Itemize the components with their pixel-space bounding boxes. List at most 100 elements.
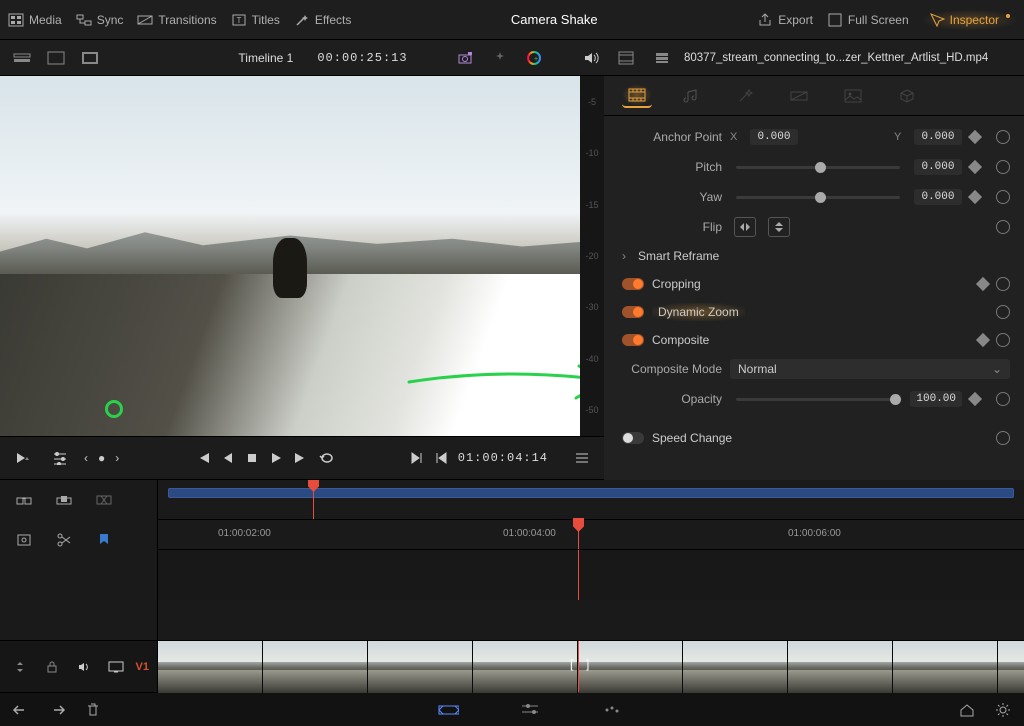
- dynamic-zoom-toggle[interactable]: [622, 306, 644, 318]
- timeline-overview[interactable]: [158, 480, 1024, 520]
- export-button[interactable]: Export: [757, 12, 813, 28]
- marker-dot[interactable]: ●: [98, 451, 105, 465]
- bypass-color-button[interactable]: [452, 44, 480, 72]
- viewer-mode-3[interactable]: [76, 44, 104, 72]
- anchor-x-input[interactable]: 0.000: [750, 129, 798, 145]
- overwrite-tool[interactable]: [50, 486, 78, 514]
- anchor-y-input[interactable]: 0.000: [914, 129, 962, 145]
- speed-change-section[interactable]: Speed Change: [604, 424, 1024, 452]
- inspector-tab-transition[interactable]: [784, 84, 814, 108]
- composite-keyframe[interactable]: [976, 333, 990, 347]
- yaw-input[interactable]: 0.000: [914, 189, 962, 205]
- timeline-body[interactable]: 01:00:02:00 01:00:04:00 01:00:06:00: [158, 480, 1024, 640]
- color-wheel-button[interactable]: +: [520, 44, 548, 72]
- viewer-mode-1[interactable]: [8, 44, 36, 72]
- overview-bar[interactable]: [168, 488, 1014, 498]
- marker-tool[interactable]: [90, 526, 118, 554]
- track-height[interactable]: [8, 653, 32, 681]
- sync-tab[interactable]: Sync: [76, 12, 124, 28]
- cropping-toggle[interactable]: [622, 278, 644, 290]
- track-video[interactable]: [104, 653, 128, 681]
- video-preview[interactable]: [0, 76, 580, 436]
- redo-button[interactable]: [46, 699, 68, 721]
- play-button[interactable]: [269, 451, 283, 465]
- opacity-reset[interactable]: [996, 392, 1010, 406]
- inspector-tab-effects[interactable]: [730, 84, 760, 108]
- track-audio[interactable]: [72, 653, 96, 681]
- track-clips[interactable]: [ ]: [158, 641, 1024, 692]
- anchor-reset[interactable]: [996, 130, 1010, 144]
- clip-playhead[interactable]: [578, 641, 579, 692]
- inspector-tab-image[interactable]: [838, 84, 868, 108]
- speed-change-toggle[interactable]: [622, 432, 644, 444]
- viewer-timecode[interactable]: 00:00:25:13: [317, 51, 407, 65]
- composite-toggle[interactable]: [622, 334, 644, 346]
- in-bracket[interactable]: [: [570, 657, 573, 671]
- yaw-reset[interactable]: [996, 190, 1010, 204]
- undo-button[interactable]: [10, 699, 32, 721]
- clip-thumbnail[interactable]: [368, 641, 473, 693]
- pitch-reset[interactable]: [996, 160, 1010, 174]
- frame-tool[interactable]: [10, 526, 38, 554]
- opacity-input[interactable]: 100.00: [910, 391, 962, 407]
- composite-reset[interactable]: [996, 333, 1010, 347]
- out-bracket[interactable]: ]: [586, 657, 589, 671]
- pitch-input[interactable]: 0.000: [914, 159, 962, 175]
- first-frame[interactable]: [195, 451, 211, 465]
- clip-view-1[interactable]: [612, 44, 640, 72]
- inspector-button[interactable]: Inspector: [923, 10, 1016, 30]
- opacity-slider[interactable]: [736, 398, 896, 401]
- insert-tool[interactable]: [10, 486, 38, 514]
- media-tab[interactable]: Media: [8, 12, 62, 28]
- flip-reset[interactable]: [996, 220, 1010, 234]
- composite-mode-select[interactable]: Normal ⌄: [730, 359, 1010, 379]
- inspector-tab-video[interactable]: [622, 84, 652, 108]
- cut-tool[interactable]: [50, 526, 78, 554]
- tool-dropdown[interactable]: [8, 444, 36, 472]
- pitch-keyframe[interactable]: [968, 160, 982, 174]
- settings-sliders[interactable]: [46, 444, 74, 472]
- track-lock[interactable]: [40, 653, 64, 681]
- clip-thumbnail[interactable]: [788, 641, 893, 693]
- speaker-button[interactable]: [580, 44, 604, 72]
- flip-vertical[interactable]: [768, 217, 790, 237]
- titles-tab[interactable]: T Titles: [231, 12, 280, 28]
- cropping-reset[interactable]: [996, 277, 1010, 291]
- prev-clip[interactable]: [434, 451, 448, 465]
- composite-section[interactable]: Composite: [604, 326, 1024, 354]
- opacity-keyframe[interactable]: [968, 392, 982, 406]
- clip-thumbnail[interactable]: [998, 641, 1024, 693]
- home-button[interactable]: [956, 699, 978, 721]
- clip-thumbnail[interactable]: [683, 641, 788, 693]
- timeline-scale[interactable]: 01:00:02:00 01:00:04:00 01:00:06:00: [158, 520, 1024, 550]
- page-more[interactable]: [601, 699, 623, 721]
- clip-thumbnail[interactable]: [893, 641, 998, 693]
- yaw-slider[interactable]: [736, 196, 900, 199]
- last-frame[interactable]: [293, 451, 309, 465]
- page-cut[interactable]: [437, 699, 459, 721]
- transitions-tab[interactable]: Transitions: [137, 12, 216, 28]
- stop-button[interactable]: [245, 451, 259, 465]
- next-marker[interactable]: ›: [115, 451, 119, 465]
- speed-change-reset[interactable]: [996, 431, 1010, 445]
- delete-button[interactable]: [82, 699, 104, 721]
- viewer-mode-2[interactable]: [42, 44, 70, 72]
- anchor-keyframe[interactable]: [968, 130, 982, 144]
- inspector-tab-audio[interactable]: [676, 84, 706, 108]
- replace-tool[interactable]: [90, 486, 118, 514]
- dynamic-zoom-reset[interactable]: [996, 305, 1010, 319]
- pitch-slider[interactable]: [736, 166, 900, 169]
- transport-timecode[interactable]: 01:00:04:14: [458, 451, 548, 465]
- clip-view-2[interactable]: [648, 44, 676, 72]
- next-clip[interactable]: [410, 451, 424, 465]
- page-edit[interactable]: [519, 699, 541, 721]
- flip-horizontal[interactable]: [734, 217, 756, 237]
- timeline-name[interactable]: Timeline 1: [238, 51, 293, 65]
- clip-thumbnail[interactable]: [473, 641, 578, 693]
- cropping-keyframe[interactable]: [976, 277, 990, 291]
- settings-button[interactable]: [992, 699, 1014, 721]
- fx-button[interactable]: [486, 44, 514, 72]
- cropping-section[interactable]: Cropping: [604, 270, 1024, 298]
- effects-tab[interactable]: Effects: [294, 12, 351, 28]
- dynamic-zoom-section[interactable]: Dynamic Zoom: [604, 298, 1024, 326]
